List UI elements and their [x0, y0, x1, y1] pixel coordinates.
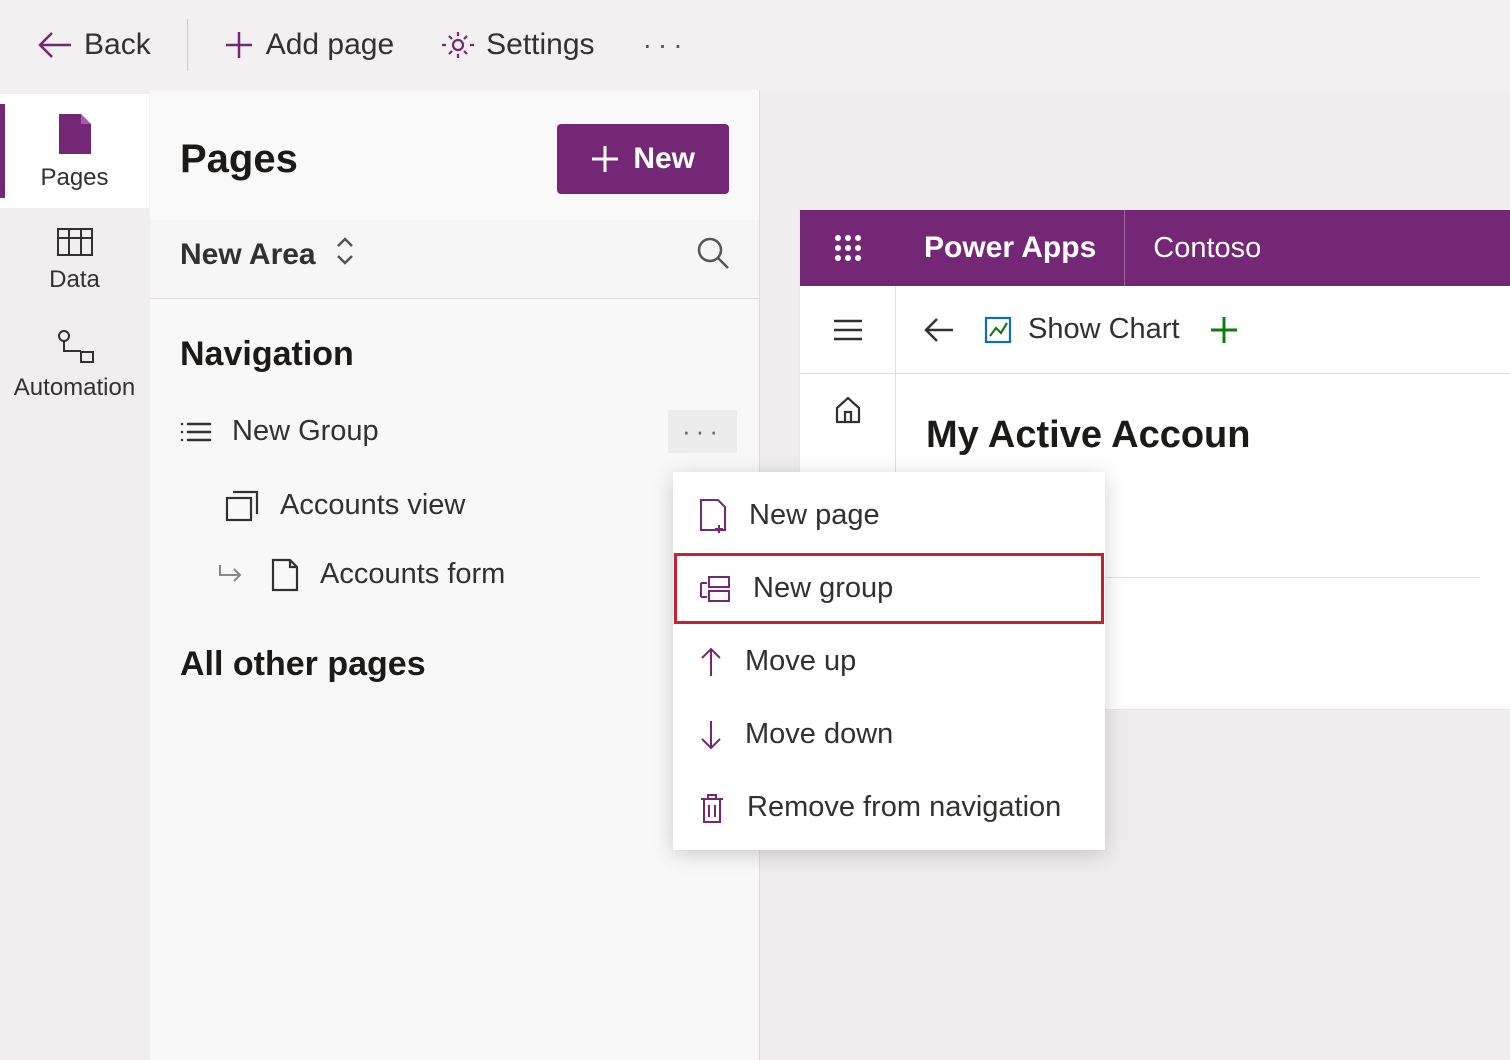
waffle-icon — [833, 233, 863, 263]
panel-title: Pages — [180, 137, 298, 182]
ctx-new-group[interactable]: New group — [673, 552, 1105, 625]
other-pages-heading: All other pages — [150, 609, 759, 702]
view-title[interactable]: My Active Accoun — [926, 414, 1480, 457]
ctx-move-down-label: Move down — [745, 718, 893, 751]
rail-item-pages[interactable]: Pages — [0, 94, 149, 208]
sort-icon — [334, 236, 356, 274]
app-launcher-button[interactable] — [800, 210, 896, 286]
settings-label: Settings — [486, 28, 594, 62]
chart-icon — [984, 316, 1012, 344]
rail-item-automation[interactable]: Automation — [0, 310, 149, 418]
arrow-up-icon — [699, 646, 723, 678]
hamburger-icon — [833, 319, 863, 341]
show-chart-label: Show Chart — [1028, 313, 1180, 346]
nav-group[interactable]: New Group ··· — [150, 392, 759, 471]
area-name: New Area — [180, 238, 316, 272]
nav-group-label: New Group — [232, 415, 379, 448]
table-icon — [57, 228, 93, 256]
plus-icon — [591, 145, 619, 173]
nav-item-label: Accounts view — [280, 489, 465, 522]
left-rail: Pages Data Automation — [0, 90, 150, 1060]
nav-item-accounts-view[interactable]: Accounts view — [150, 471, 759, 540]
page-icon — [59, 114, 91, 154]
ctx-move-up-label: Move up — [745, 645, 856, 678]
ctx-move-up[interactable]: Move up — [673, 625, 1105, 698]
show-chart-button[interactable]: Show Chart — [984, 313, 1180, 346]
list-icon — [180, 420, 210, 444]
back-button[interactable]: Back — [20, 18, 169, 72]
ctx-new-page[interactable]: New page — [673, 478, 1105, 552]
search-icon — [697, 237, 729, 269]
more-commands-button[interactable]: ··· — [625, 19, 707, 71]
ctx-new-group-label: New group — [753, 572, 893, 605]
nav-item-label: Accounts form — [320, 558, 505, 591]
pages-panel: Pages New New Area Navigation New Group … — [150, 90, 760, 1060]
area-selector[interactable]: New Area — [150, 220, 759, 299]
context-menu: New page New group Move up Move down Rem… — [673, 472, 1105, 850]
new-button-label: New — [633, 142, 695, 176]
rail-pages-label: Pages — [40, 164, 108, 192]
ctx-remove-label: Remove from navigation — [747, 791, 1061, 824]
new-group-icon — [699, 575, 731, 603]
rail-data-label: Data — [49, 266, 100, 294]
rail-item-data[interactable]: Data — [0, 208, 149, 310]
arrow-down-icon — [699, 719, 723, 751]
views-icon — [226, 491, 258, 521]
back-label: Back — [84, 28, 151, 62]
nav-group-more-button[interactable]: ··· — [668, 410, 737, 453]
search-button[interactable] — [697, 237, 729, 274]
new-record-button[interactable] — [1210, 316, 1238, 344]
form-icon — [272, 559, 298, 591]
plus-icon — [1210, 316, 1238, 344]
settings-button[interactable]: Settings — [424, 18, 612, 72]
ctx-remove[interactable]: Remove from navigation — [673, 771, 1105, 844]
arrow-left-icon — [924, 317, 954, 343]
new-button[interactable]: New — [557, 124, 729, 194]
new-page-icon — [699, 498, 727, 532]
home-icon — [833, 394, 863, 424]
rail-automation-label: Automation — [14, 374, 135, 402]
app-command-bar: Show Chart — [800, 286, 1510, 374]
trash-icon — [699, 792, 725, 824]
nav-item-accounts-form[interactable]: Accounts form — [150, 540, 759, 609]
arrow-left-icon — [38, 31, 72, 59]
app-brand: Power Apps — [896, 210, 1125, 286]
gear-icon — [442, 29, 474, 61]
plus-icon — [224, 30, 254, 60]
add-page-label: Add page — [266, 28, 394, 62]
flow-icon — [56, 330, 94, 364]
toolbar-divider — [187, 19, 188, 71]
ctx-new-page-label: New page — [749, 499, 880, 532]
add-page-button[interactable]: Add page — [206, 18, 412, 72]
command-bar: Back Add page Settings ··· — [0, 0, 1510, 90]
ctx-move-down[interactable]: Move down — [673, 698, 1105, 771]
app-header: Power Apps Contoso — [800, 210, 1510, 286]
sitemap-toggle-button[interactable] — [800, 286, 896, 373]
navigation-heading: Navigation — [150, 299, 759, 392]
subitem-arrow-icon — [218, 558, 244, 591]
app-environment[interactable]: Contoso — [1125, 232, 1289, 265]
back-button[interactable] — [924, 317, 954, 343]
